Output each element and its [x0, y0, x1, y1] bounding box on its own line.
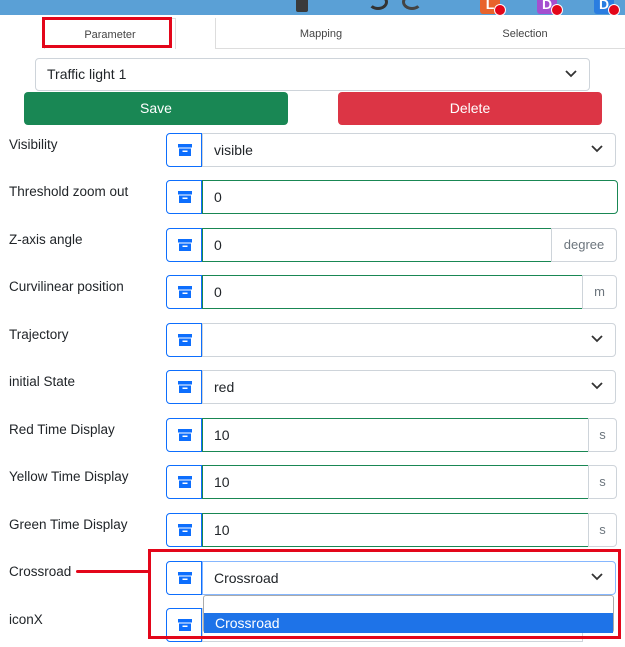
curvilinear-position-input[interactable]: 0 — [202, 275, 583, 309]
archive-button[interactable] — [166, 418, 202, 452]
history-icon[interactable] — [402, 0, 422, 10]
field-label-curvilinear-position: Curvilinear position — [9, 279, 124, 294]
field-label-green-time-display: Green Time Display — [9, 517, 128, 532]
archive-icon — [178, 619, 192, 631]
field-label-iconx: iconX — [9, 612, 43, 627]
archive-button[interactable] — [166, 608, 202, 642]
archive-icon — [178, 572, 192, 584]
reload-icon[interactable] — [368, 0, 388, 10]
unit-label: m — [582, 275, 617, 309]
unit-label: s — [588, 418, 617, 452]
field-label-z-axis-angle: Z-axis angle — [9, 232, 83, 247]
unit-label: degree — [551, 228, 617, 262]
tab-parameter[interactable]: Parameter — [44, 18, 176, 49]
chevron-down-icon — [591, 324, 603, 343]
field-label-yellow-time-display: Yellow Time Display — [9, 469, 129, 484]
visibility-select-value: visible — [214, 142, 253, 158]
archive-icon — [178, 429, 192, 441]
object-select[interactable]: Traffic light 1 — [35, 58, 590, 91]
archive-icon — [178, 524, 192, 536]
dropdown-option-empty[interactable] — [204, 596, 613, 612]
crossroad-select[interactable]: Crossroad — [202, 561, 616, 595]
extension-icon[interactable]: L — [480, 0, 506, 16]
extension-icon[interactable]: D — [594, 0, 620, 16]
browser-toolbar-strip: L D D — [0, 0, 625, 16]
archive-button[interactable] — [166, 228, 202, 262]
tab-selection[interactable]: Selection — [425, 18, 625, 49]
archive-button[interactable] — [166, 323, 202, 357]
archive-icon — [178, 286, 192, 298]
green-time-display-input[interactable]: 10 — [202, 513, 589, 547]
tab-mapping[interactable]: Mapping — [215, 18, 426, 49]
trajectory-select[interactable] — [202, 323, 616, 357]
archive-icon — [178, 476, 192, 488]
crossroad-dropdown-list: Crossroad — [203, 595, 614, 633]
red-time-display-input[interactable]: 10 — [202, 418, 589, 452]
yellow-time-display-input[interactable]: 10 — [202, 465, 589, 499]
threshold-zoom-out-input[interactable]: 0 — [202, 180, 618, 214]
chevron-down-icon — [565, 59, 577, 78]
field-label-crossroad: Crossroad — [9, 564, 72, 579]
visibility-select[interactable]: visible — [202, 133, 616, 167]
chevron-down-icon — [591, 562, 603, 581]
archive-button[interactable] — [166, 275, 202, 309]
crossroad-select-value: Crossroad — [214, 570, 279, 586]
archive-button[interactable] — [166, 133, 202, 167]
archive-button[interactable] — [166, 370, 202, 404]
extension-icon[interactable]: D — [537, 0, 563, 16]
archive-button[interactable] — [166, 180, 202, 214]
dropdown-option-crossroad[interactable]: Crossroad — [204, 613, 613, 633]
field-label-initial-state: initial State — [9, 374, 76, 389]
initial-state-select[interactable]: red — [202, 370, 616, 404]
field-label-threshold-zoom-out: Threshold zoom out — [9, 184, 129, 199]
initial-state-select-value: red — [214, 379, 235, 395]
save-button[interactable]: Save — [24, 92, 288, 125]
archive-icon — [178, 334, 192, 346]
field-label-visibility: Visibility — [9, 137, 58, 152]
object-select-value: Traffic light 1 — [47, 66, 127, 82]
archive-icon — [178, 239, 192, 251]
archive-icon — [178, 144, 192, 156]
archive-icon — [178, 381, 192, 393]
field-label-red-time-display: Red Time Display — [9, 422, 115, 437]
toolbar-icon[interactable] — [296, 0, 308, 12]
unit-label: s — [588, 465, 617, 499]
chevron-down-icon — [591, 371, 603, 390]
delete-button[interactable]: Delete — [338, 92, 602, 125]
chevron-down-icon — [591, 134, 603, 153]
archive-button[interactable] — [166, 561, 202, 595]
z-axis-angle-input[interactable]: 0 — [202, 228, 552, 262]
annotation-pointer-line — [76, 570, 149, 573]
field-label-trajectory: Trajectory — [9, 327, 69, 342]
archive-button[interactable] — [166, 513, 202, 547]
tab-bar: Parameter Mapping Selection — [0, 15, 625, 49]
unit-label: s — [588, 513, 617, 547]
archive-icon — [178, 191, 192, 203]
archive-button[interactable] — [166, 465, 202, 499]
